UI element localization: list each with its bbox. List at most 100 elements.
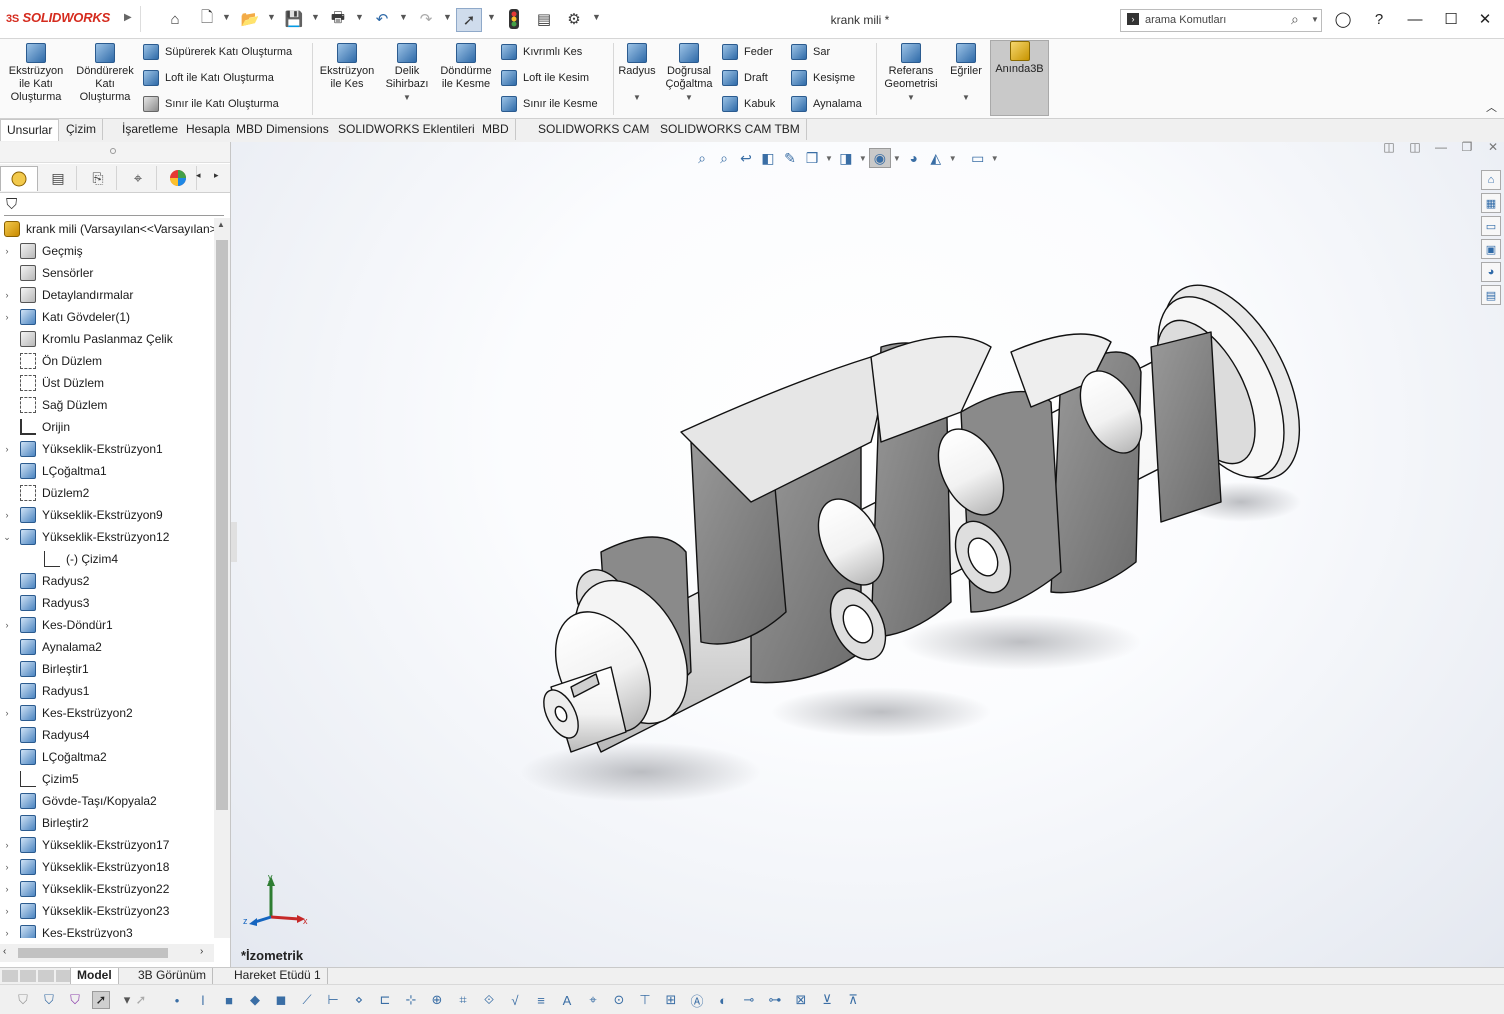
filter-toggle-icon[interactable]: ⊻ — [818, 991, 836, 1009]
wrap-button[interactable]: Sar — [791, 41, 871, 63]
tree-item[interactable]: Radyus4 — [0, 724, 214, 746]
panel-tabs-scroll-right[interactable]: ▸ — [214, 170, 219, 181]
tab-unsurlar[interactable]: Unsurlar — [0, 119, 60, 141]
revolved-boss-button[interactable]: Döndürerek Katı Oluşturma — [72, 43, 138, 104]
plane-icon[interactable]: ⌗ — [454, 991, 472, 1009]
minimize-button[interactable]: — — [1400, 8, 1430, 30]
tree-item[interactable]: › Yükseklik-Ekstrüzyon22 — [0, 878, 214, 900]
tab--izim[interactable]: Çizim — [60, 119, 103, 140]
tree-expand-toggle[interactable]: › — [0, 246, 14, 256]
tree-item[interactable]: › Yükseklik-Ekstrüzyon18 — [0, 856, 214, 878]
tree-item[interactable]: › Yükseklik-Ekstrüzyon17 — [0, 834, 214, 856]
tree-expand-toggle[interactable]: › — [0, 290, 14, 300]
vertex-icon[interactable]: ⋄ — [350, 991, 368, 1009]
rib-button[interactable]: Feder — [722, 41, 784, 63]
axis-icon[interactable]: ǀ — [194, 991, 212, 1009]
dimension-icon[interactable]: ⊢ — [324, 991, 342, 1009]
redo-dropdown-arrow[interactable]: ▼ — [443, 12, 452, 22]
scroll-thumb[interactable] — [18, 948, 168, 958]
tree-expand-toggle[interactable]: › — [0, 708, 14, 718]
tree-vertical-scrollbar[interactable]: ▲ — [214, 218, 230, 938]
filter-faces-icon[interactable]: ⛉ — [40, 991, 58, 1009]
datum-target-icon[interactable]: ⊙ — [610, 991, 628, 1009]
undo-dropdown-arrow[interactable]: ▼ — [399, 12, 408, 22]
tree-item[interactable]: › Detaylandırmalar — [0, 284, 214, 306]
open-dropdown-arrow[interactable]: ▼ — [267, 12, 276, 22]
tree-item[interactable]: Çizim5 — [0, 768, 214, 790]
note-icon[interactable]: A — [558, 991, 576, 1009]
boundary-cut-button[interactable]: Sınır ile Kesme — [501, 93, 611, 115]
crankshaft-model[interactable] — [231, 142, 1504, 967]
hole-wizard-button[interactable]: Delik Sihirbazı ▼ — [380, 43, 434, 104]
draft-button[interactable]: Draft — [722, 67, 784, 89]
tab-solidworks-cam[interactable]: SOLIDWORKS CAM — [532, 119, 657, 140]
reference-geometry-dropdown-arrow[interactable]: ▼ — [880, 91, 942, 104]
reference-geometry-button[interactable]: Referans Geometrisi ▼ — [880, 43, 942, 104]
pin-icon[interactable]: ⊸ — [740, 991, 758, 1009]
ribbon-collapse-icon[interactable]: ︿ — [1486, 99, 1497, 115]
tree-item[interactable]: Orijin — [0, 416, 214, 438]
datum-icon[interactable]: ⌖ — [584, 991, 602, 1009]
hole-wizard-dropdown-arrow[interactable]: ▼ — [380, 91, 434, 104]
swept-cut-button[interactable]: Kıvrımlı Kes — [501, 41, 611, 63]
tab-hesapla[interactable]: Hesapla — [180, 119, 238, 140]
instant3d-button[interactable]: Anında3B — [990, 40, 1049, 116]
tree-item[interactable]: Radyus3 — [0, 592, 214, 614]
select-other-icon[interactable]: ➚ — [132, 991, 150, 1009]
tree-item[interactable]: › Katı Gövdeler(1) — [0, 306, 214, 328]
tree-expand-toggle[interactable]: › — [0, 444, 14, 454]
displaymanager-tab[interactable] — [160, 166, 197, 190]
tree-expand-toggle[interactable]: › — [0, 620, 14, 630]
route-icon[interactable]: ⊠ — [792, 991, 810, 1009]
configurationmanager-tab[interactable]: ⎘ — [80, 166, 117, 190]
tree-item[interactable]: Düzlem2 — [0, 482, 214, 504]
tree-item[interactable]: LÇoğaltma1 — [0, 460, 214, 482]
panel-tabs-scroll-left[interactable]: ◂ — [196, 170, 201, 181]
tree-expand-toggle[interactable]: › — [0, 884, 14, 894]
options-dropdown-arrow[interactable]: ▼ — [592, 12, 601, 22]
shell-button[interactable]: Kabuk — [722, 93, 784, 115]
redo-icon[interactable]: ↷ — [414, 8, 438, 30]
print-dropdown-arrow[interactable]: ▼ — [355, 12, 364, 22]
curves-dropdown-arrow[interactable]: ▼ — [946, 91, 986, 104]
extruded-cut-button[interactable]: Ekstrüzyon ile Kes — [316, 43, 378, 91]
revolved-cut-button[interactable]: Döndürme ile Kesme — [436, 43, 496, 91]
filter-icon[interactable]: ⛉ — [6, 196, 17, 213]
select-dropdown-arrow[interactable]: ▼ — [487, 12, 496, 22]
help-icon[interactable]: ? — [1364, 8, 1394, 30]
gtol-icon[interactable]: ⊤ — [636, 991, 654, 1009]
new-dropdown-arrow[interactable]: ▼ — [222, 12, 231, 22]
tree-item[interactable]: Kromlu Paslanmaz Çelik — [0, 328, 214, 350]
extruded-boss-button[interactable]: Ekstrüzyon ile Katı Oluşturma — [4, 43, 68, 104]
filter-edges-icon[interactable]: ⛉ — [66, 991, 84, 1009]
undo-icon[interactable]: ↶ — [370, 8, 394, 30]
close-button[interactable]: ✕ — [1470, 8, 1500, 30]
fillet-button[interactable]: Radyus ▼ — [616, 43, 658, 104]
tree-root-part[interactable]: krank mili (Varsayılan<<Varsayılan> — [0, 218, 214, 240]
point-icon[interactable]: • — [168, 991, 186, 1009]
mirror-button[interactable]: Aynalama — [791, 93, 871, 115]
search-icon[interactable]: ⌕ — [1291, 11, 1299, 28]
tree-expand-toggle[interactable]: ⌄ — [0, 532, 14, 543]
tree-expand-toggle[interactable]: › — [0, 840, 14, 850]
tree-item[interactable]: › Kes-Ekstrüzyon3 — [0, 922, 214, 938]
tree-item[interactable]: Aynalama2 — [0, 636, 214, 658]
cosmetic-thread-icon[interactable]: ⟐ — [480, 991, 498, 1009]
sketch-point-icon[interactable]: ⊹ — [402, 991, 420, 1009]
tree-item[interactable]: Sağ Düzlem — [0, 394, 214, 416]
file-properties-icon[interactable]: ▤ — [532, 8, 556, 30]
bottom-tab-model[interactable]: Model — [70, 968, 119, 985]
maximize-button[interactable]: ☐ — [1436, 8, 1466, 30]
tree-item[interactable]: › Yükseklik-Ekstrüzyon9 — [0, 504, 214, 526]
tree-expand-toggle[interactable]: › — [0, 906, 14, 916]
intersect-button[interactable]: Kesişme — [791, 67, 871, 89]
tree-item[interactable]: (-) Çizim4 — [0, 548, 214, 570]
propertymanager-tab[interactable]: ▤ — [40, 166, 77, 190]
search-dropdown-arrow[interactable]: ▼ — [1311, 15, 1319, 24]
save-icon[interactable]: 💾 — [282, 8, 306, 30]
tab-mbd[interactable]: MBD — [476, 119, 516, 140]
tree-item[interactable]: Radyus2 — [0, 570, 214, 592]
edge-icon[interactable]: ⟋ — [298, 991, 316, 1009]
tab-solidworks-eklentileri[interactable]: SOLIDWORKS Eklentileri — [332, 119, 482, 140]
cosmetic-icon[interactable]: ◐ — [714, 991, 732, 1009]
